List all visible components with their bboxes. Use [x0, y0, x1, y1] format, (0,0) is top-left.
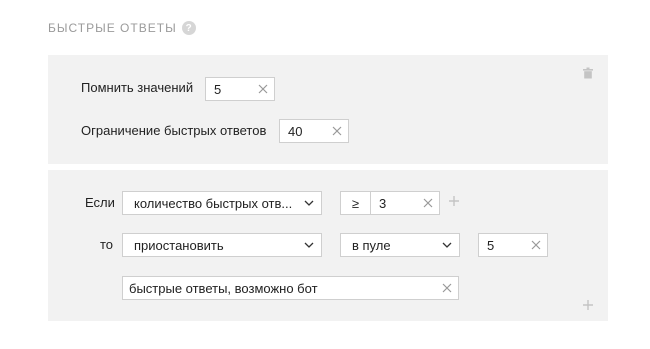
scope-select-value: в пуле	[352, 237, 391, 253]
remember-label: Помнить значений	[81, 80, 194, 95]
threshold-input[interactable]: 3	[370, 191, 440, 215]
threshold-value: 3	[379, 195, 387, 211]
chevron-down-icon	[297, 192, 321, 214]
remember-input[interactable]: 5	[205, 77, 275, 101]
action-select[interactable]: приостановить	[122, 233, 322, 257]
trash-icon[interactable]	[582, 67, 594, 79]
limit-input[interactable]: 40	[279, 119, 349, 143]
help-icon[interactable]: ?	[181, 21, 196, 35]
close-icon[interactable]	[436, 277, 458, 299]
action-select-value: приостановить	[134, 237, 224, 253]
settings-panel: Помнить значений 5 Ограничение быстрых о…	[48, 55, 608, 164]
rule-panel: Если количество быстрых отв... ≥ 3 то пр…	[48, 170, 608, 321]
close-icon[interactable]	[525, 234, 547, 256]
section-header: БЫСТРЫЕ ОТВЕТЫ ?	[48, 21, 196, 35]
add-condition-plus-icon[interactable]	[448, 195, 460, 207]
scope-value-input[interactable]: 5	[478, 233, 548, 257]
operator-select[interactable]: ≥	[340, 191, 371, 215]
scope-value: 5	[487, 237, 495, 253]
add-rule-plus-icon[interactable]	[582, 299, 594, 311]
condition-select[interactable]: количество быстрых отв...	[122, 191, 322, 215]
reason-value: быстрые ответы, возможно бот	[129, 280, 318, 296]
limit-value: 40	[288, 123, 303, 139]
scope-select[interactable]: в пуле	[340, 233, 460, 257]
close-icon[interactable]	[326, 120, 348, 142]
chevron-down-icon	[297, 234, 321, 256]
chevron-down-icon	[435, 234, 459, 256]
reason-input[interactable]: быстрые ответы, возможно бот	[122, 276, 459, 300]
condition-select-value: количество быстрых отв...	[134, 195, 293, 211]
if-label: Если	[85, 195, 115, 210]
remember-value: 5	[214, 81, 222, 97]
close-icon[interactable]	[252, 78, 274, 100]
then-label: то	[100, 237, 114, 252]
section-title: БЫСТРЫЕ ОТВЕТЫ	[48, 21, 177, 35]
close-icon[interactable]	[417, 192, 439, 214]
limit-label: Ограничение быстрых ответов	[81, 123, 267, 138]
